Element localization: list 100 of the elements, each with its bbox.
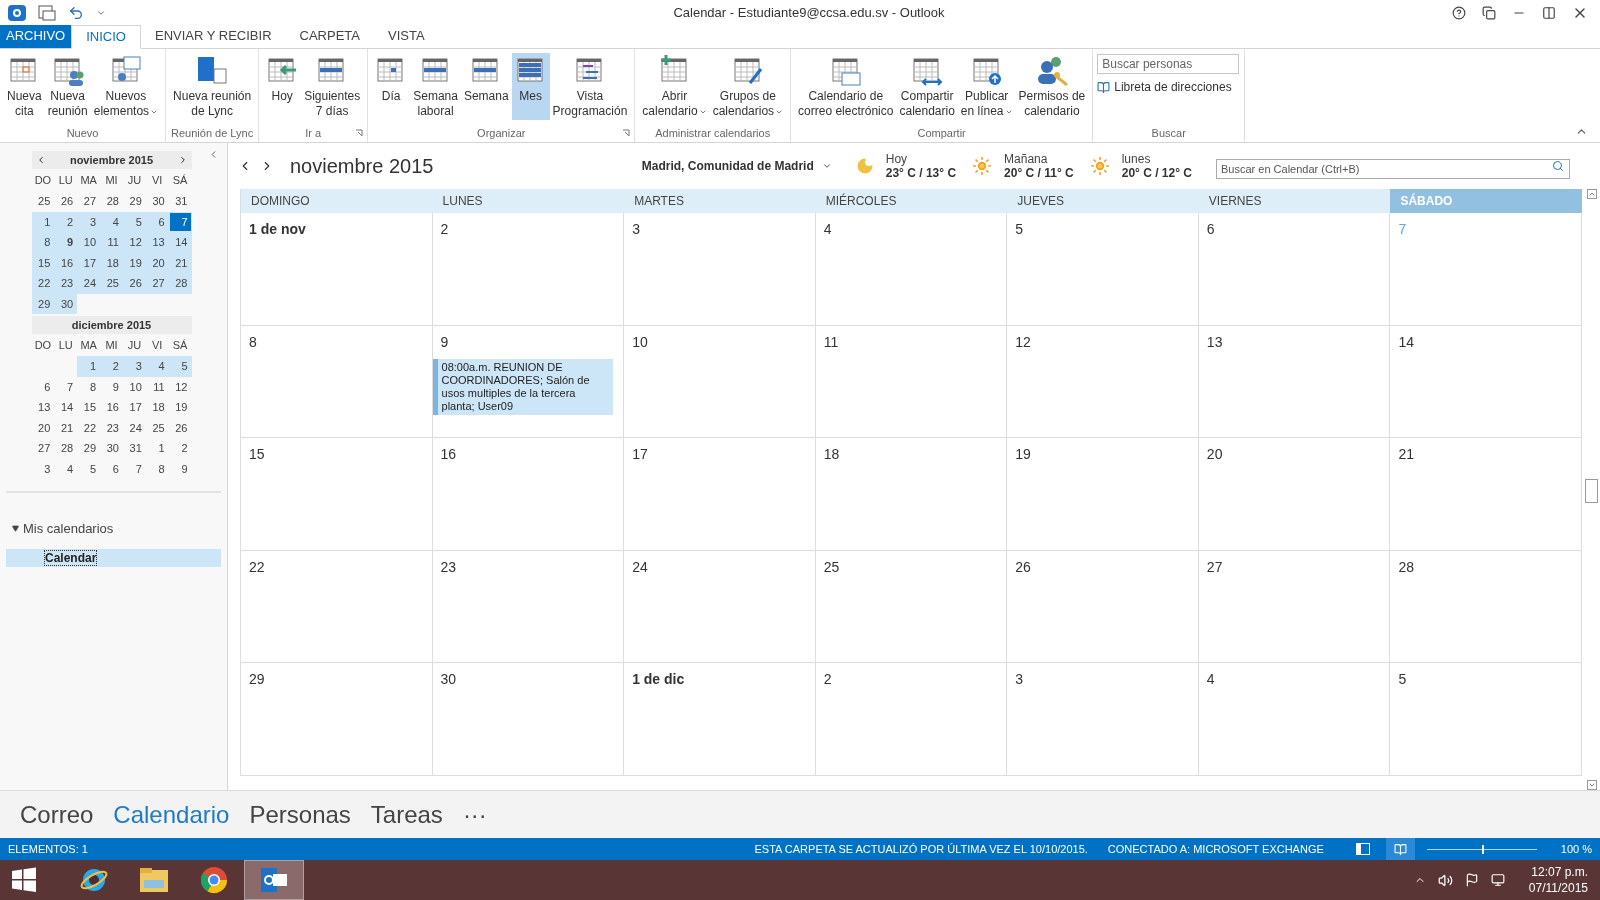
day-cell[interactable]: 15: [241, 438, 433, 550]
date-cell[interactable]: 19: [168, 397, 192, 418]
nav-item[interactable]: ···: [462, 796, 487, 833]
date-cell[interactable]: 3: [77, 211, 101, 232]
date-cell[interactable]: 23: [54, 273, 78, 294]
chrome-icon[interactable]: [199, 865, 229, 895]
vertical-scrollbar[interactable]: [1583, 189, 1600, 790]
day-cell[interactable]: 17: [624, 438, 816, 550]
ribbon-button[interactable]: Calendario de correo electrónico: [795, 53, 897, 120]
ribbon-button[interactable]: Semana: [460, 53, 512, 120]
date-cell[interactable]: 21: [54, 417, 78, 438]
date-cell[interactable]: 7: [122, 458, 146, 479]
date-cell[interactable]: 24: [77, 273, 101, 294]
date-cell[interactable]: 4: [145, 356, 169, 377]
day-cell[interactable]: 12: [1007, 325, 1199, 438]
day-cell[interactable]: 9 08:00a.m. REUNION DE COORDINADORES; Salón de usos multiples de la tercera planta; User09: [432, 325, 625, 438]
ribbon-display-icon[interactable]: [1482, 5, 1496, 20]
reading-view-icon[interactable]: [1385, 838, 1415, 860]
nav-item[interactable]: Personas: [249, 796, 351, 833]
day-cell[interactable]: 30: [432, 663, 625, 775]
date-cell[interactable]: 7: [54, 376, 78, 397]
date-cell[interactable]: 4: [100, 211, 123, 232]
ribbon-button[interactable]: Vista Programación: [549, 53, 631, 120]
scroll-down-icon[interactable]: [1586, 780, 1597, 790]
date-cell[interactable]: 25: [31, 191, 55, 212]
mail-app-icon[interactable]: [259, 866, 289, 894]
date-cell[interactable]: 9: [54, 232, 78, 253]
ribbon-button[interactable]: Día: [372, 53, 411, 120]
ribbon-button[interactable]: Nueva cita: [4, 53, 45, 120]
ribbon-tab[interactable]: VISTA: [373, 24, 439, 48]
date-cell[interactable]: 8: [145, 458, 169, 479]
date-cell[interactable]: 31: [168, 191, 192, 212]
ribbon-tab[interactable]: ENVIAR Y RECIBIR: [140, 24, 286, 48]
date-cell[interactable]: 10: [122, 376, 146, 397]
date-cell[interactable]: 23: [100, 417, 123, 438]
save-icon[interactable]: [38, 4, 56, 21]
ribbon-button[interactable]: Nueva reunión: [44, 53, 91, 120]
ribbon-button[interactable]: Nuevos elementos: [90, 53, 162, 120]
day-cell[interactable]: 1 de dic: [624, 663, 816, 775]
day-cell[interactable]: 23: [432, 550, 625, 663]
date-cell[interactable]: 17: [122, 397, 146, 418]
ribbon-tab[interactable]: CARPETA: [285, 24, 374, 48]
ribbon-button[interactable]: Hoy: [263, 53, 302, 120]
file-tab[interactable]: ARCHIVO: [0, 24, 72, 48]
day-cell[interactable]: 2: [432, 213, 625, 325]
day-cell[interactable]: 3: [624, 213, 816, 325]
date-cell[interactable]: 22: [31, 273, 55, 294]
ribbon-tab[interactable]: INICIO: [71, 25, 141, 49]
flag-icon[interactable]: [1464, 873, 1479, 887]
ribbon-button[interactable]: Compartir calendario: [896, 53, 958, 120]
date-cell[interactable]: 15: [77, 397, 101, 418]
date-cell[interactable]: 12: [168, 376, 192, 397]
help-icon[interactable]: [1452, 5, 1466, 20]
dialog-launcher-icon[interactable]: [355, 129, 364, 137]
day-cell[interactable]: 13: [1198, 325, 1391, 438]
day-cell[interactable]: 2: [815, 663, 1008, 775]
ribbon-button[interactable]: Abrir calendario: [639, 53, 710, 120]
date-cell[interactable]: 9: [168, 458, 192, 479]
location-dropdown[interactable]: Madrid, Comunidad de Madrid: [641, 157, 832, 175]
search-people-field[interactable]: Buscar personas: [1097, 54, 1240, 74]
date-cell[interactable]: 11: [100, 232, 123, 253]
nav-item[interactable]: Correo: [20, 796, 94, 833]
zoom-thumb[interactable]: [1481, 844, 1484, 854]
search-icon[interactable]: [1552, 160, 1564, 172]
ribbon-button[interactable]: Nueva reunión de Lync: [170, 53, 255, 120]
date-cell[interactable]: 8: [77, 376, 101, 397]
day-cell[interactable]: 5: [1007, 213, 1199, 325]
date-cell[interactable]: 28: [168, 273, 192, 294]
folder-item[interactable]: Calendar: [6, 548, 221, 567]
day-cell[interactable]: 18: [815, 438, 1008, 550]
date-cell[interactable]: 20: [31, 417, 55, 438]
ribbon-button[interactable]: Grupos de calendarios: [709, 53, 787, 120]
day-cell[interactable]: 11: [815, 325, 1008, 438]
volume-icon[interactable]: [1437, 872, 1453, 888]
date-cell[interactable]: 29: [77, 438, 101, 459]
taskbar-button[interactable]: [244, 860, 304, 900]
day-cell[interactable]: 24: [624, 550, 816, 663]
nav-item[interactable]: Tareas: [370, 796, 443, 833]
date-cell[interactable]: 28: [100, 191, 123, 212]
date-cell[interactable]: 25: [100, 273, 123, 294]
date-cell[interactable]: 10: [77, 232, 101, 253]
date-cell[interactable]: 14: [168, 232, 192, 253]
event-block[interactable]: 08:00a.m. REUNION DE COORDINADORES; Salón de usos multiples de la tercera planta; User09: [432, 358, 614, 415]
day-cell[interactable]: 26: [1007, 550, 1199, 663]
ribbon-button[interactable]: Semana laboral: [410, 53, 461, 120]
address-book-link[interactable]: Libreta de direcciones: [1097, 78, 1241, 96]
normal-view-icon[interactable]: [1355, 843, 1370, 855]
date-cell[interactable]: 2: [168, 438, 192, 459]
date-cell[interactable]: 13: [145, 232, 169, 253]
date-cell[interactable]: 7: [168, 211, 192, 232]
date-cell[interactable]: 29: [122, 191, 146, 212]
day-cell[interactable]: 28: [1390, 550, 1582, 663]
start-icon[interactable]: [10, 866, 38, 894]
day-cell[interactable]: 1 de nov: [241, 213, 433, 325]
day-cell[interactable]: 29: [241, 663, 433, 775]
date-cell[interactable]: 4: [54, 458, 78, 479]
day-cell[interactable]: 16: [432, 438, 625, 550]
ribbon-button[interactable]: Siguientes 7 días: [301, 53, 364, 120]
date-cell[interactable]: 24: [122, 417, 146, 438]
day-cell[interactable]: 4: [1198, 663, 1391, 775]
